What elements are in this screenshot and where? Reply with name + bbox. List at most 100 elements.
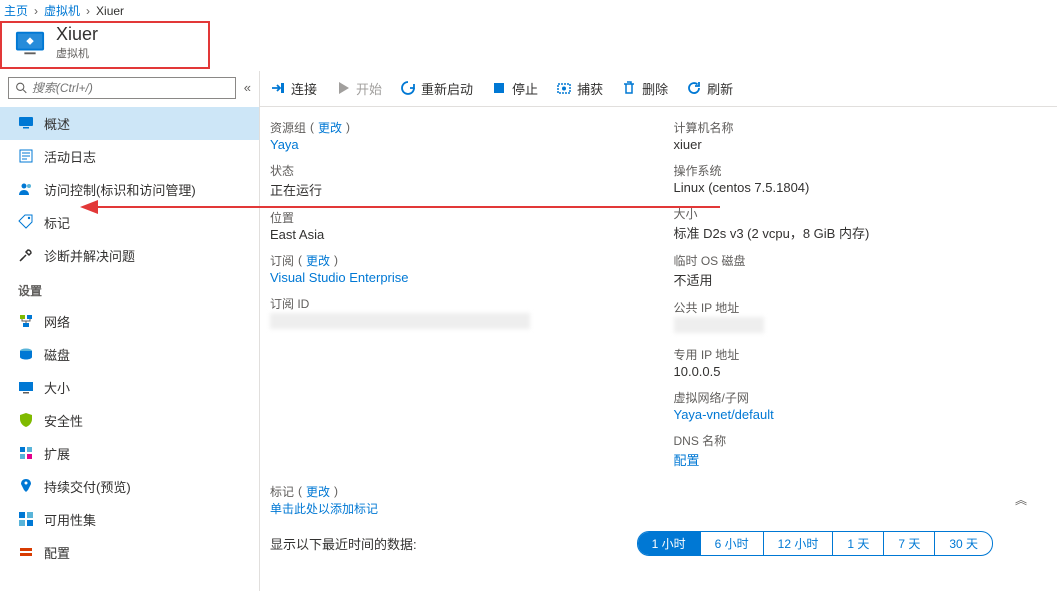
play-icon <box>335 80 351 96</box>
prop-label: 计算机名称 <box>674 119 1048 136</box>
time-range-pills: 1 小时 6 小时 12 小时 1 天 7 天 30 天 <box>637 531 993 556</box>
collapse-chevron-icon[interactable]: ︽ <box>1015 491 1027 508</box>
sidebar-item-label: 扩展 <box>44 444 70 463</box>
change-link[interactable]: 更改 <box>318 119 342 136</box>
sidebar-item-label: 可用性集 <box>44 510 96 529</box>
sidebar-item-label: 持续交付(预览) <box>44 477 131 496</box>
prop-label: 专用 IP 地址 <box>674 346 1048 363</box>
toolbar-label: 重新启动 <box>421 79 473 98</box>
size-icon <box>18 379 34 395</box>
status-value: 正在运行 <box>270 180 644 199</box>
toolbar-capture[interactable]: 捕获 <box>556 79 603 98</box>
private-ip-value: 10.0.0.5 <box>674 364 1048 379</box>
sidebar-item-label: 概述 <box>44 114 70 133</box>
disk-icon <box>18 346 34 362</box>
search-icon <box>15 81 28 95</box>
sidebar-item-security[interactable]: 安全性 <box>0 404 259 437</box>
toolbar-connect[interactable]: 连接 <box>270 79 317 98</box>
breadcrumb-sep: › <box>34 4 38 18</box>
page-subtitle: 虚拟机 <box>56 45 98 61</box>
sidebar-section-settings: 设置 <box>0 272 259 305</box>
sidebar-item-label: 活动日志 <box>44 147 96 166</box>
subscription-link[interactable]: Visual Studio Enterprise <box>270 270 644 285</box>
sidebar-item-label: 配置 <box>44 543 70 562</box>
toolbar-refresh[interactable]: 刷新 <box>686 79 733 98</box>
sidebar-item-label: 访问控制(标识和访问管理) <box>44 180 196 199</box>
toolbar-restart[interactable]: 重新启动 <box>400 79 473 98</box>
change-link[interactable]: 更改 <box>306 483 330 500</box>
tag-icon <box>18 214 34 230</box>
prop-label: 虚拟网络/子网 <box>674 389 1048 406</box>
monitor-icon <box>18 115 34 131</box>
sidebar-item-config[interactable]: 配置 <box>0 536 259 569</box>
vnet-link[interactable]: Yaya-vnet/default <box>674 407 1048 422</box>
change-link[interactable]: 更改 <box>306 252 330 269</box>
sidebar-item-availset[interactable]: 可用性集 <box>0 503 259 536</box>
sidebar-item-networking[interactable]: 网络 <box>0 305 259 338</box>
sidebar-item-diagnose[interactable]: 诊断并解决问题 <box>0 239 259 272</box>
redacted-value <box>270 313 530 329</box>
connect-icon <box>270 80 286 96</box>
redacted-value <box>674 317 764 333</box>
os-value: Linux (centos 7.5.1804) <box>674 180 1048 195</box>
wrench-icon <box>18 247 34 263</box>
grid-icon <box>18 511 34 527</box>
prop-label: DNS 名称 <box>674 432 1048 449</box>
toolbar-stop[interactable]: 停止 <box>491 79 538 98</box>
time-pill-6h[interactable]: 6 小时 <box>701 532 764 555</box>
sidebar-item-iam[interactable]: 访问控制(标识和访问管理) <box>0 173 259 206</box>
sidebar-item-activity[interactable]: 活动日志 <box>0 140 259 173</box>
prop-label: 订阅 ID <box>270 295 644 312</box>
toolbar-label: 刷新 <box>707 79 733 98</box>
collapse-sidebar-icon[interactable]: « <box>244 80 251 95</box>
log-icon <box>18 148 34 164</box>
time-pill-1h[interactable]: 1 小时 <box>638 532 701 555</box>
time-pill-1d[interactable]: 1 天 <box>833 532 884 555</box>
sidebar-item-cicd[interactable]: 持续交付(预览) <box>0 470 259 503</box>
properties-left: 资源组 (更改) Yaya 状态 正在运行 位置 East Asia 订阅 (更… <box>270 119 644 479</box>
sidebar-item-tags[interactable]: 标记 <box>0 206 259 239</box>
computer-name-value: xiuer <box>674 137 1048 152</box>
sidebar-item-size[interactable]: 大小 <box>0 371 259 404</box>
toolbar-label: 捕获 <box>577 79 603 98</box>
resource-header: Xiuer 虚拟机 <box>0 21 210 69</box>
time-pill-12h[interactable]: 12 小时 <box>764 532 834 555</box>
footer-label: 显示以下最近时间的数据: <box>270 534 417 553</box>
toolbar-start: 开始 <box>335 79 382 98</box>
prop-label: 资源组 <box>270 119 306 136</box>
prop-label: 状态 <box>270 162 644 179</box>
search-input[interactable] <box>32 81 229 95</box>
breadcrumb-vm[interactable]: 虚拟机 <box>44 2 80 19</box>
breadcrumb-home[interactable]: 主页 <box>4 2 28 19</box>
add-tags-link[interactable]: 单击此处以添加标记 <box>270 500 1047 517</box>
dns-configure-link[interactable]: 配置 <box>674 450 1048 469</box>
size-value: 标准 D2s v3 (2 vcpu，8 GiB 内存) <box>674 223 1048 242</box>
location-value: East Asia <box>270 227 644 242</box>
sidebar-item-overview[interactable]: 概述 <box>0 107 259 140</box>
properties-right: 计算机名称 xiuer 操作系统 Linux (centos 7.5.1804)… <box>674 119 1048 479</box>
toolbar-label: 停止 <box>512 79 538 98</box>
sidebar-item-label: 网络 <box>44 312 70 331</box>
sidebar-item-label: 标记 <box>44 213 70 232</box>
capture-icon <box>556 80 572 96</box>
toolbar: 连接 开始 重新启动 停止 捕获 删除 <box>260 71 1057 107</box>
toolbar-label: 开始 <box>356 79 382 98</box>
breadcrumb-sep: › <box>86 4 90 18</box>
page-title: Xiuer <box>56 25 98 45</box>
shield-icon <box>18 412 34 428</box>
prop-label: 大小 <box>674 205 1048 222</box>
breadcrumb-current: Xiuer <box>96 4 124 18</box>
toolbar-label: 连接 <box>291 79 317 98</box>
time-pill-7d[interactable]: 7 天 <box>884 532 935 555</box>
vm-icon <box>12 28 48 58</box>
sidebar-item-extensions[interactable]: 扩展 <box>0 437 259 470</box>
toolbar-delete[interactable]: 删除 <box>621 79 668 98</box>
search-box[interactable] <box>8 77 236 99</box>
time-pill-30d[interactable]: 30 天 <box>935 532 992 555</box>
restart-icon <box>400 80 416 96</box>
extension-icon <box>18 445 34 461</box>
sidebar-item-label: 大小 <box>44 378 70 397</box>
tempdisk-value: 不适用 <box>674 270 1048 289</box>
sidebar-item-disks[interactable]: 磁盘 <box>0 338 259 371</box>
resource-group-link[interactable]: Yaya <box>270 137 644 152</box>
